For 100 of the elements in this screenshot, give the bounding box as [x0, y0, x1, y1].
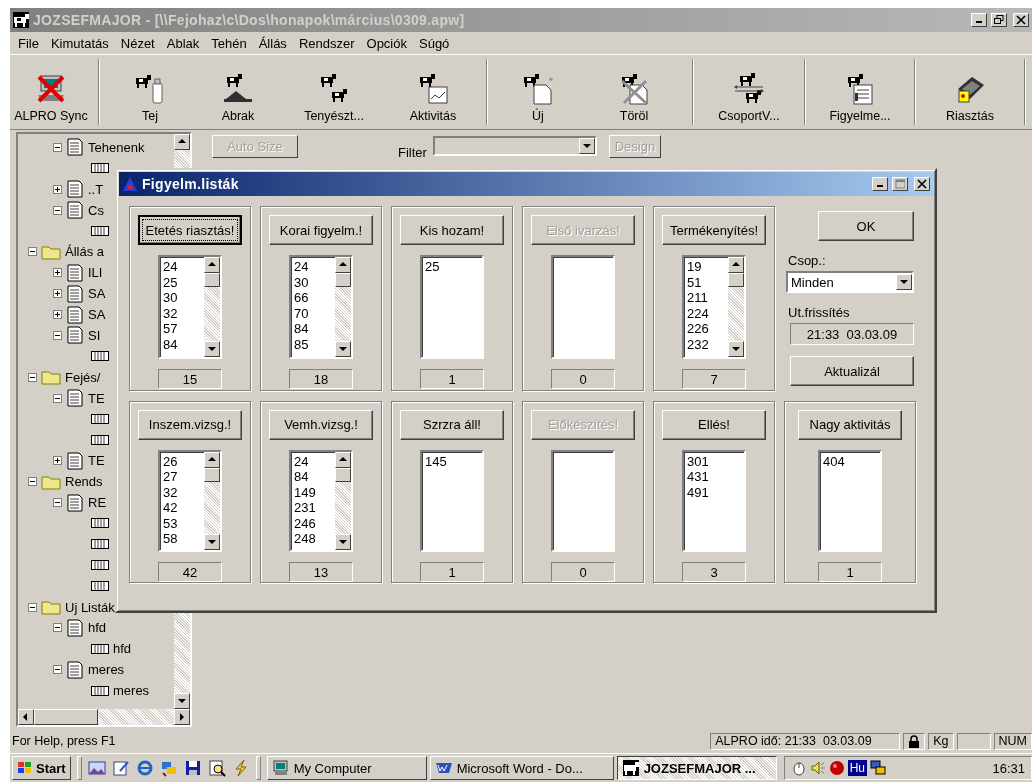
- scroll-up-button[interactable]: [728, 257, 744, 273]
- tree-item[interactable]: SI: [88, 327, 101, 343]
- list-item[interactable]: 42: [163, 500, 204, 516]
- filter-dropdown[interactable]: [432, 136, 597, 156]
- list-item[interactable]: 53: [163, 515, 204, 532]
- scroll-up-button[interactable]: [335, 257, 351, 273]
- menu-item[interactable]: Rendszer: [292, 33, 361, 53]
- list-item[interactable]: 404: [823, 453, 880, 470]
- list-box[interactable]: 24 84 149 231 246 248: [289, 449, 353, 553]
- list-item[interactable]: 84: [163, 336, 204, 352]
- list-item[interactable]: 24: [163, 259, 204, 275]
- list-button[interactable]: Etetés riasztás!: [138, 215, 242, 245]
- menu-item[interactable]: Súgó: [413, 33, 456, 53]
- scroll-down-button[interactable]: [335, 534, 351, 551]
- list-item[interactable]: 58: [163, 531, 204, 547]
- scroll-thumb[interactable]: [728, 273, 744, 287]
- expander-icon[interactable]: [53, 289, 62, 299]
- list-box[interactable]: 25: [420, 255, 484, 359]
- start-button[interactable]: Start: [12, 756, 71, 780]
- expander-icon[interactable]: [53, 665, 62, 675]
- list-button[interactable]: Vemh.vizsg.!: [269, 410, 373, 440]
- list-item[interactable]: 232: [687, 336, 728, 352]
- menu-item[interactable]: Nézet: [114, 33, 161, 53]
- expander-icon[interactable]: [53, 205, 62, 215]
- maximize-button[interactable]: [892, 177, 908, 191]
- scroll-down-button[interactable]: [728, 341, 744, 357]
- list-item[interactable]: 248: [294, 531, 335, 547]
- list-button[interactable]: Szrzra áll!: [400, 410, 504, 440]
- scroll-down-button[interactable]: [204, 534, 220, 551]
- taskbar-button[interactable]: Microsoft Word - Do...: [429, 756, 614, 780]
- tree-item[interactable]: hfd: [113, 641, 132, 657]
- list-item[interactable]: 25: [163, 274, 204, 290]
- list-box[interactable]: 404: [818, 449, 882, 553]
- tree-item[interactable]: meres: [113, 683, 150, 699]
- tree-item[interactable]: hfd: [88, 620, 107, 636]
- list-box[interactable]: 301 431 491: [682, 449, 746, 553]
- scrollbar[interactable]: [728, 257, 744, 357]
- speaker-icon[interactable]: [809, 760, 826, 776]
- list-item[interactable]: 32: [163, 484, 204, 501]
- tree-item[interactable]: RE: [88, 495, 107, 511]
- list-box[interactable]: 145: [420, 449, 484, 553]
- scroll-right-button[interactable]: [174, 709, 190, 725]
- toolbar-button[interactable]: Tej: [106, 57, 194, 127]
- list-item[interactable]: 27: [163, 469, 204, 485]
- tree-item[interactable]: Cs: [88, 202, 104, 218]
- list-item[interactable]: 57: [163, 321, 204, 337]
- tree-item[interactable]: TE: [88, 453, 105, 469]
- scroll-thumb[interactable]: [204, 273, 220, 287]
- list-button[interactable]: Korai figyelm.!: [269, 215, 373, 245]
- tree-item[interactable]: meres: [88, 662, 125, 678]
- menu-item[interactable]: Kimutatás: [44, 33, 115, 53]
- taskbar-button[interactable]: My Computer: [266, 756, 427, 780]
- expander-icon[interactable]: [53, 623, 62, 633]
- list-box[interactable]: [551, 255, 615, 359]
- menu-item[interactable]: Tehén: [205, 33, 253, 53]
- list-box[interactable]: [551, 449, 615, 553]
- expander-icon[interactable]: [53, 184, 62, 194]
- floppy-icon[interactable]: [183, 759, 202, 777]
- list-item[interactable]: 70: [294, 305, 335, 321]
- list-box[interactable]: 19 51 211 224 226 232: [682, 255, 746, 359]
- list-item[interactable]: 66: [294, 290, 335, 306]
- expander-icon[interactable]: [53, 268, 62, 278]
- toolbar-button[interactable]: Aktivitás: [386, 57, 480, 127]
- scroll-thumb[interactable]: [34, 709, 98, 725]
- notepad-icon[interactable]: [111, 759, 130, 777]
- list-item[interactable]: 211: [687, 290, 728, 306]
- menu-item[interactable]: Ablak: [160, 33, 206, 53]
- list-item[interactable]: 24: [294, 259, 335, 275]
- scroll-up-button[interactable]: [174, 134, 190, 150]
- list-item[interactable]: 149: [294, 484, 335, 501]
- expander-icon[interactable]: [53, 142, 62, 152]
- tree-item[interactable]: Fejés/: [65, 369, 101, 385]
- expander-icon[interactable]: [53, 310, 62, 320]
- tree-item[interactable]: Állás a: [65, 244, 105, 260]
- list-item[interactable]: 231: [294, 500, 335, 516]
- expander-icon[interactable]: [28, 372, 37, 382]
- minimize-button[interactable]: [872, 177, 888, 191]
- sync-icon[interactable]: [159, 759, 178, 777]
- toolbar-button[interactable]: ALPRO Sync: [10, 57, 92, 127]
- list-item[interactable]: 24: [294, 453, 335, 470]
- toolbar-button[interactable]: Figyelme...: [812, 57, 908, 127]
- tree-item[interactable]: ..T: [88, 181, 104, 197]
- toolbar-button[interactable]: Abrak: [194, 57, 282, 127]
- toolbar-button[interactable]: Töröl: [582, 57, 686, 127]
- taskbar-button[interactable]: JOZSEFMAJOR ...: [616, 756, 777, 780]
- magnifier-icon[interactable]: [207, 759, 226, 777]
- scrollbar[interactable]: [335, 451, 351, 551]
- update-button[interactable]: Aktualizál: [790, 356, 914, 386]
- tree-item[interactable]: TE: [88, 390, 105, 406]
- list-item[interactable]: 85: [294, 336, 335, 352]
- toolbar-button[interactable]: Tenyészt...: [282, 57, 386, 127]
- list-item[interactable]: 84: [294, 469, 335, 485]
- menu-item[interactable]: Állás: [252, 33, 293, 53]
- list-box[interactable]: 24 25 30 32 57 84: [158, 255, 222, 359]
- network-icon[interactable]: [869, 760, 886, 776]
- group-dropdown[interactable]: Minden: [786, 271, 914, 293]
- ok-button[interactable]: OK: [818, 211, 914, 241]
- ball-icon[interactable]: [828, 760, 845, 776]
- list-item[interactable]: 301: [687, 453, 744, 470]
- list-item[interactable]: 25: [425, 259, 482, 275]
